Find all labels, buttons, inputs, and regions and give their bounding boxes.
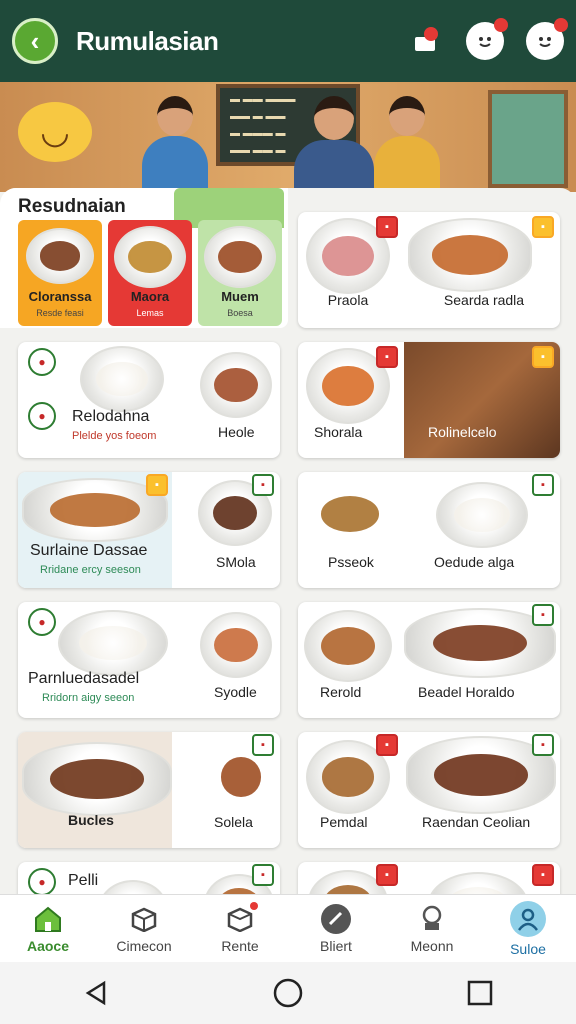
tag-icon: ▪	[376, 346, 398, 368]
top-app-bar: ‹ Rumulasian	[0, 0, 576, 82]
tag-icon: ▪	[252, 864, 274, 886]
dish-icon: ●	[28, 348, 56, 376]
back-arrow-icon[interactable]: ‹	[12, 18, 58, 64]
menu-sheet: Resudnaian Cloranssa Resde feasi Maora L…	[0, 188, 576, 894]
window	[488, 90, 568, 188]
tag-icon: ▪	[532, 604, 554, 626]
menu-card-featured[interactable]: ▪ ▪ Praola Searda radla	[298, 212, 560, 328]
system-home-icon[interactable]	[268, 973, 308, 1013]
person-illustration	[140, 96, 210, 192]
menu-card[interactable]: ▪ ▪	[298, 862, 560, 894]
tag-icon: ▪	[146, 474, 168, 496]
nav-item-orders[interactable]: Rente	[192, 895, 288, 962]
hero-banner: ▬ ▬▬ ▬▬▬ ▬▬ ▬ ▬▬ ▬ ▬▬▬ ▬ ▬▬ ▬▬ ▬ ◡	[0, 82, 576, 192]
menu-card[interactable]: ▪ ▪ Pemdal Raendan Ceolian	[298, 732, 560, 848]
chef-icon	[416, 904, 448, 934]
system-navigation-bar	[0, 962, 576, 1024]
system-recents-icon[interactable]	[460, 973, 500, 1013]
tag-icon: ▪	[252, 474, 274, 496]
user-icon	[510, 900, 546, 937]
tag-icon: ▪	[376, 864, 398, 886]
menu-card[interactable]: ● Parnluedasadel Rridorn aigy seeon Syod…	[18, 602, 280, 718]
person-illustration	[292, 96, 376, 192]
tag-icon	[320, 903, 352, 934]
nav-item-home[interactable]: Aaoce	[0, 895, 96, 962]
menu-card[interactable]: ▪ Psseok Oedude alga	[298, 472, 560, 588]
nav-item-categories[interactable]: Cimecon	[96, 895, 192, 962]
category-tile[interactable]: Muem Boesa	[198, 220, 282, 326]
smiley-icon: ◡	[18, 102, 92, 162]
menu-card[interactable]: ▪ ▪ Shorala Rolinelcelo	[298, 342, 560, 458]
dish-icon: ●	[28, 608, 56, 636]
nav-item-profile[interactable]: Suloe	[480, 895, 576, 962]
category-title: Resudnaian	[18, 196, 126, 217]
face-icon[interactable]	[466, 18, 508, 60]
menu-card[interactable]: ▪ Bucles Solela	[18, 732, 280, 848]
menu-card[interactable]: ▪ Rerold Beadel Horaldo	[298, 602, 560, 718]
face-icon[interactable]	[526, 18, 568, 60]
tag-icon: ▪	[376, 216, 398, 238]
category-tile[interactable]: Maora Lemas	[108, 220, 192, 326]
app-title: Rumulasian	[76, 25, 219, 56]
tag-icon: ▪	[252, 734, 274, 756]
dish-icon: ●	[28, 868, 56, 894]
category-tile[interactable]: Cloranssa Resde feasi	[18, 220, 102, 326]
menu-card[interactable]: ● ▪ Pelli	[18, 862, 280, 894]
person-illustration	[372, 96, 442, 192]
header-actions	[406, 18, 568, 60]
box-icon	[128, 904, 160, 934]
tag-icon: ▪	[376, 734, 398, 756]
package-icon	[224, 901, 258, 934]
menu-card[interactable]: ▪ ▪ Surlaine Dassae Rridane ercy seeson …	[18, 472, 280, 588]
tag-icon: ▪	[532, 216, 554, 238]
tag-icon: ▪	[532, 734, 554, 756]
nav-item-menu[interactable]: Meonn	[384, 895, 480, 962]
bag-icon[interactable]	[406, 22, 444, 60]
menu-card[interactable]: ● ● Relodahna Plelde yos foeom Heole	[18, 342, 280, 458]
home-icon	[32, 904, 64, 934]
tag-icon: ▪	[532, 474, 554, 496]
category-card: Resudnaian Cloranssa Resde feasi Maora L…	[0, 188, 288, 328]
bottom-navigation: Aaoce Cimecon Rente Bliert Meonn Suloe	[0, 894, 576, 962]
dish-icon: ●	[28, 402, 56, 430]
tag-icon: ▪	[532, 346, 554, 368]
system-back-icon[interactable]	[76, 973, 116, 1013]
nav-item-deals[interactable]: Bliert	[288, 895, 384, 962]
tag-icon: ▪	[532, 864, 554, 886]
